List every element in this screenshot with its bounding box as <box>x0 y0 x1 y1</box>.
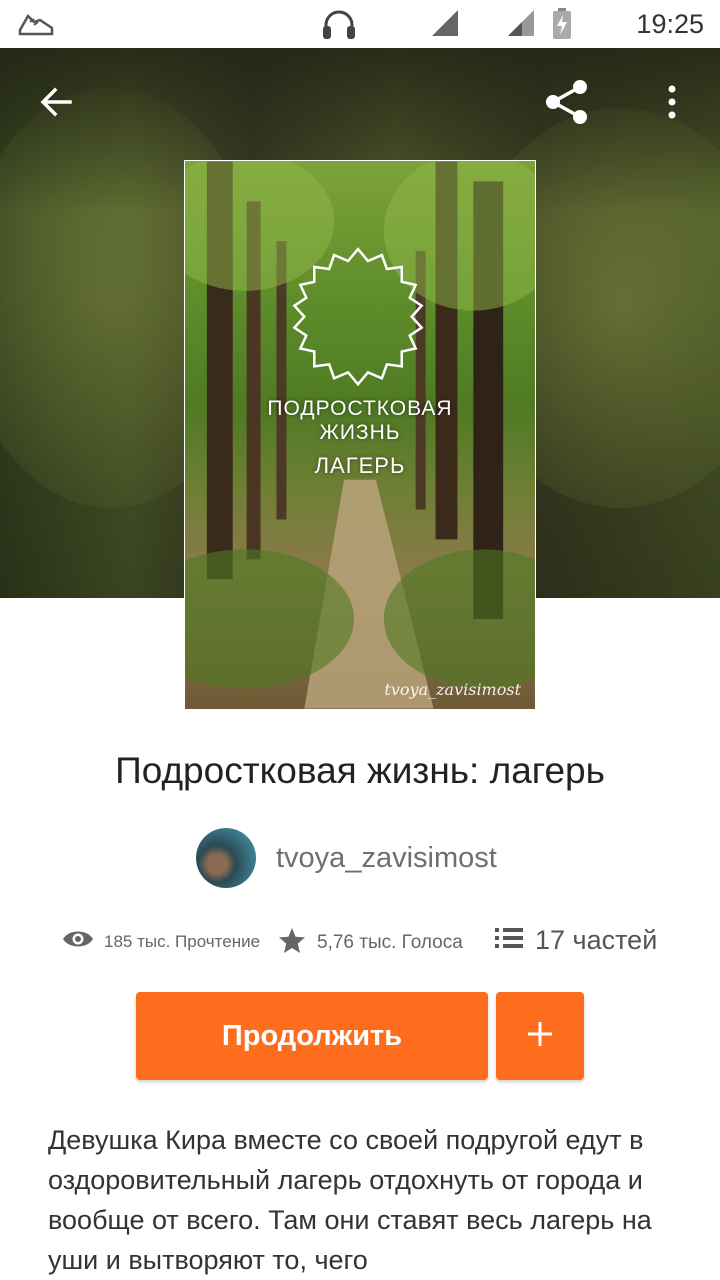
list-icon <box>495 926 523 955</box>
star-icon <box>278 927 306 959</box>
parts-stat[interactable]: 17 частей <box>495 925 657 956</box>
parts-count: 17 частей <box>535 925 658 955</box>
running-shoe-icon <box>18 10 54 43</box>
book-cover: ПОДРОСТКОВАЯ ЖИЗНЬ ЛАГЕРЬ tvoya_zavisimo… <box>184 160 536 710</box>
share-icon <box>544 78 592 131</box>
story-description: Девушка Кира вместе со своей подругой ед… <box>48 1125 652 1275</box>
headset-icon <box>320 8 358 47</box>
clock: 19:25 <box>636 9 704 39</box>
share-button[interactable] <box>544 78 592 131</box>
continue-reading-button[interactable]: Продолжить <box>136 992 488 1080</box>
cover-title-line: ЛАГЕРЬ <box>314 453 406 478</box>
cover-title-line: ПОДРОСТКОВАЯ <box>267 397 453 420</box>
cover-signature: tvoya_zavisimost <box>384 680 521 699</box>
author-name[interactable]: tvoya_zavisimost <box>276 842 497 875</box>
more-options-button[interactable] <box>648 80 696 128</box>
back-button[interactable] <box>32 80 80 128</box>
more-vertical-icon <box>666 84 678 125</box>
cover-title-line: ЖИЗНЬ <box>319 421 401 444</box>
battery-charging-icon <box>552 8 572 45</box>
story-stats: 185 тыс. Прочтение 5,76 тыс. Голоса 17 ч… <box>0 922 720 966</box>
signal-icon <box>430 8 460 43</box>
plus-icon <box>526 1020 554 1053</box>
avatar[interactable] <box>196 828 256 888</box>
add-to-library-button[interactable] <box>496 992 584 1080</box>
arrow-left-icon <box>38 84 74 125</box>
signal-icon <box>506 8 536 43</box>
reads-stat: 185 тыс. Прочтение <box>62 928 260 955</box>
story-title: Подростковая жизнь: лагерь <box>115 750 605 791</box>
eye-icon <box>62 928 94 955</box>
status-bar: 19:25 <box>0 0 720 48</box>
votes-stat: 5,76 тыс. Голоса <box>278 927 463 959</box>
votes-count: 5,76 тыс. Голоса <box>317 932 463 953</box>
author-row[interactable]: tvoya_zavisimost <box>196 828 497 888</box>
reads-count: 185 тыс. Прочтение <box>104 931 261 951</box>
